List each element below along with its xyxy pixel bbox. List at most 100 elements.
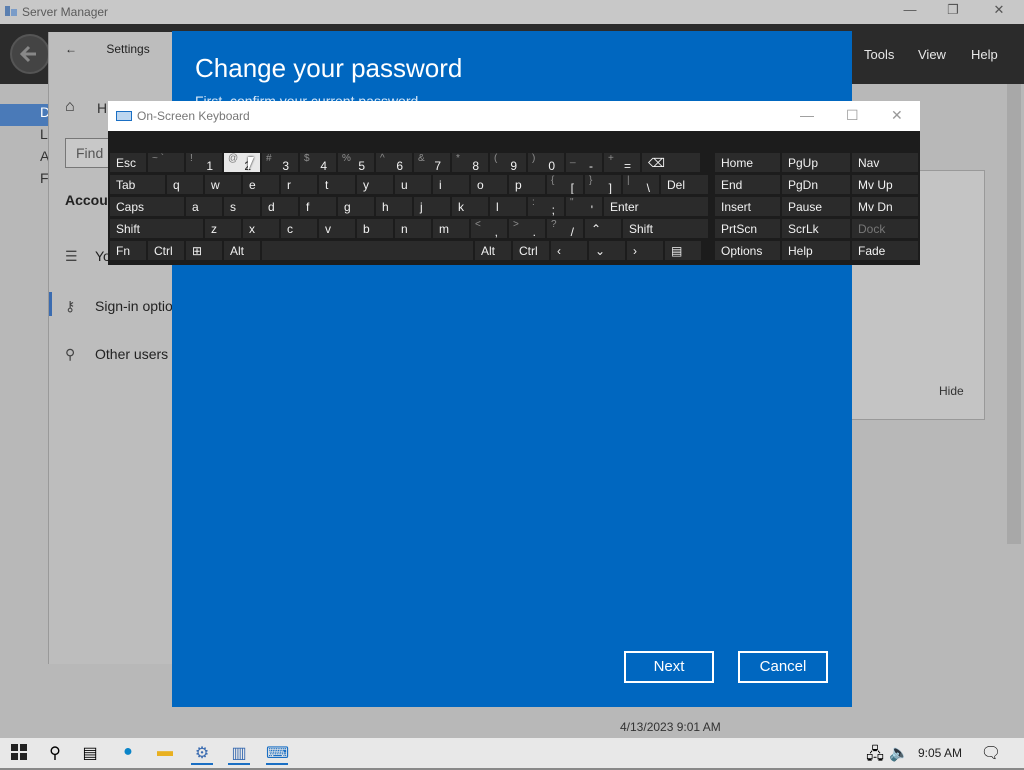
- start-icon[interactable]: [8, 743, 30, 765]
- sidebar-item-sign-in-options[interactable]: ⚷ Sign-in optio: [65, 298, 173, 315]
- key-3-6[interactable]: n: [394, 218, 432, 239]
- maximize-button[interactable]: ❐: [943, 2, 963, 20]
- key-2-10[interactable]: :;: [527, 196, 565, 217]
- key-1-2[interactable]: w: [204, 174, 242, 195]
- minimize-button[interactable]: —: [800, 107, 814, 123]
- nav-key-3-1[interactable]: ScrLk: [781, 218, 851, 239]
- volume-icon[interactable]: 🔈: [888, 743, 910, 765]
- key-4-3[interactable]: Alt: [223, 240, 261, 261]
- key-1-9[interactable]: o: [470, 174, 508, 195]
- key-2-0[interactable]: Caps: [109, 196, 185, 217]
- nav-key-0-0[interactable]: Home: [714, 152, 781, 173]
- minimize-button[interactable]: —: [900, 2, 920, 20]
- close-button[interactable]: ✕: [891, 107, 903, 124]
- back-button[interactable]: [10, 34, 50, 74]
- notification-icon[interactable]: 🗨: [980, 743, 1002, 765]
- key-4-2[interactable]: ⊞: [185, 240, 223, 261]
- key-0-7[interactable]: ^ 6: [375, 152, 413, 173]
- nav-key-1-2[interactable]: Mv Up: [851, 174, 919, 195]
- nav-key-1-0[interactable]: End: [714, 174, 781, 195]
- key-3-1[interactable]: z: [204, 218, 242, 239]
- sidebar-item-other-users[interactable]: ⚲ Other users: [65, 346, 168, 363]
- key-1-5[interactable]: t: [318, 174, 356, 195]
- key-0-11[interactable]: ) 0: [527, 152, 565, 173]
- key-0-9[interactable]: * 8: [451, 152, 489, 173]
- key-3-2[interactable]: x: [242, 218, 280, 239]
- key-1-13[interactable]: | \: [622, 174, 660, 195]
- network-icon[interactable]: 🖧: [864, 743, 886, 765]
- key-4-9[interactable]: ›: [626, 240, 664, 261]
- key-1-14[interactable]: Del: [660, 174, 709, 195]
- key-1-0[interactable]: Tab: [109, 174, 166, 195]
- nav-item-local[interactable]: L: [0, 126, 50, 148]
- key-4-6[interactable]: Ctrl: [512, 240, 550, 261]
- key-2-6[interactable]: h: [375, 196, 413, 217]
- home-icon[interactable]: ⌂: [65, 98, 75, 116]
- key-0-1[interactable]: ~ `: [147, 152, 185, 173]
- key-0-2[interactable]: ! 1: [185, 152, 223, 173]
- key-1-8[interactable]: i: [432, 174, 470, 195]
- settings-icon[interactable]: ⚙: [191, 743, 213, 765]
- key-0-3[interactable]: @2: [223, 152, 261, 173]
- key-0-13[interactable]: + =: [603, 152, 641, 173]
- key-4-1[interactable]: Ctrl: [147, 240, 185, 261]
- key-2-9[interactable]: l: [489, 196, 527, 217]
- osk-icon[interactable]: ⌨: [266, 743, 289, 765]
- key-0-4[interactable]: #3: [261, 152, 299, 173]
- menu-tools[interactable]: Tools: [864, 47, 894, 62]
- key-2-7[interactable]: j: [413, 196, 451, 217]
- key-0-10[interactable]: (9: [489, 152, 527, 173]
- key-1-12[interactable]: }]: [584, 174, 622, 195]
- nav-key-3-0[interactable]: PrtScn: [714, 218, 781, 239]
- key-2-1[interactable]: a: [185, 196, 223, 217]
- key-0-14[interactable]: ⌫: [641, 152, 701, 173]
- key-2-8[interactable]: k: [451, 196, 489, 217]
- server-manager-icon[interactable]: ▥: [228, 743, 250, 765]
- key-2-12[interactable]: Enter: [603, 196, 709, 217]
- clock[interactable]: 9:05 AM: [918, 746, 962, 760]
- key-3-8[interactable]: <,: [470, 218, 508, 239]
- key-0-8[interactable]: & 7: [413, 152, 451, 173]
- key-3-5[interactable]: b: [356, 218, 394, 239]
- key-2-5[interactable]: g: [337, 196, 375, 217]
- nav-key-2-1[interactable]: Pause: [781, 196, 851, 217]
- key-0-6[interactable]: % 5: [337, 152, 375, 173]
- key-3-11[interactable]: ⌃: [584, 218, 622, 239]
- next-button[interactable]: Next: [624, 651, 714, 683]
- nav-key-2-2[interactable]: Mv Dn: [851, 196, 919, 217]
- scrollbar[interactable]: [1007, 84, 1021, 544]
- home-label[interactable]: H: [97, 100, 107, 116]
- key-1-3[interactable]: e: [242, 174, 280, 195]
- key-4-4[interactable]: [261, 240, 474, 261]
- nav-item-all[interactable]: A: [0, 148, 50, 170]
- key-2-3[interactable]: d: [261, 196, 299, 217]
- nav-key-1-1[interactable]: PgDn: [781, 174, 851, 195]
- key-0-0[interactable]: Esc: [109, 152, 147, 173]
- key-4-7[interactable]: ‹: [550, 240, 588, 261]
- sidebar-item-your-info[interactable]: ☰ Yo: [65, 248, 111, 265]
- nav-key-4-0[interactable]: Options: [714, 240, 781, 261]
- key-4-10[interactable]: ▤: [664, 240, 702, 261]
- file-explorer-icon[interactable]: ▬: [154, 743, 176, 765]
- key-1-10[interactable]: p: [508, 174, 546, 195]
- nav-item-dashboard[interactable]: D: [0, 104, 50, 126]
- key-4-8[interactable]: ⌄: [588, 240, 626, 261]
- key-0-12[interactable]: _ -: [565, 152, 603, 173]
- key-3-7[interactable]: m: [432, 218, 470, 239]
- key-2-11[interactable]: " ': [565, 196, 603, 217]
- key-1-4[interactable]: r: [280, 174, 318, 195]
- cancel-button[interactable]: Cancel: [738, 651, 828, 683]
- task-view-icon[interactable]: ▤: [79, 743, 101, 765]
- maximize-button[interactable]: ☐: [846, 107, 859, 124]
- hide-link[interactable]: Hide: [939, 384, 964, 398]
- menu-view[interactable]: View: [918, 47, 946, 62]
- key-2-4[interactable]: f: [299, 196, 337, 217]
- key-3-12[interactable]: Shift: [622, 218, 709, 239]
- key-3-4[interactable]: v: [318, 218, 356, 239]
- key-1-1[interactable]: q: [166, 174, 204, 195]
- key-3-3[interactable]: c: [280, 218, 318, 239]
- key-0-5[interactable]: $4: [299, 152, 337, 173]
- back-arrow-icon[interactable]: ←: [65, 42, 77, 56]
- nav-item-file[interactable]: F: [0, 170, 50, 192]
- nav-key-4-1[interactable]: Help: [781, 240, 851, 261]
